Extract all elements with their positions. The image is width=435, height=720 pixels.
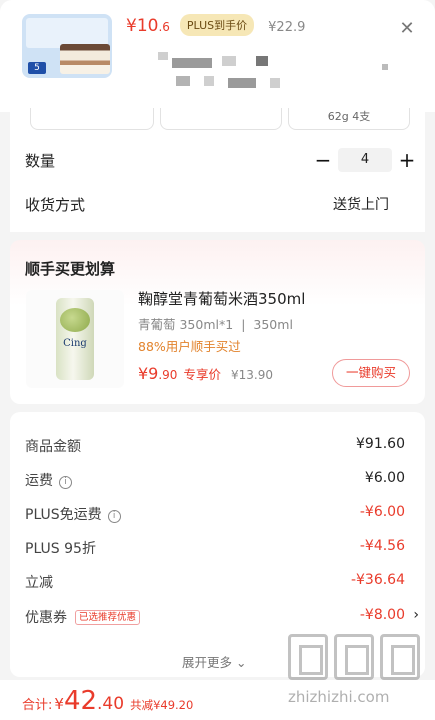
- cost-row: 运费 i ¥6.00: [25, 470, 405, 489]
- quantity-stepper: − 4 +: [314, 148, 416, 172]
- watermark-url: zhizhizhi.com: [288, 688, 390, 706]
- coupon-row[interactable]: 优惠券 已选推荐优惠 -¥8.00 ›: [25, 607, 419, 629]
- recommend-card: 顺手买更划算 Cing 鞠醇堂青葡萄米酒350ml 青葡萄 350ml*1 | 35…: [10, 240, 425, 404]
- info-icon[interactable]: i: [59, 476, 72, 489]
- plus-price-badge: PLUS到手价: [179, 14, 255, 36]
- recommend-price: ¥9.90 专享价 ¥13.90: [138, 364, 273, 383]
- cost-row: 立减 -¥36.64: [25, 572, 405, 591]
- grape-icon: [60, 308, 90, 332]
- recommend-product-name[interactable]: 鞠醇堂青葡萄米酒350ml: [138, 288, 305, 309]
- plus-icon[interactable]: +: [398, 148, 416, 172]
- spec-chip-selected[interactable]: 62g 4支: [288, 108, 410, 130]
- blurred-text: [158, 52, 168, 60]
- recommend-title: 顺手买更划算: [25, 260, 116, 278]
- recommend-buyers: 88%用户顺手买过: [138, 339, 241, 354]
- total-price: 合计: ¥42.40 共减¥49.20: [22, 686, 194, 716]
- chevron-right-icon[interactable]: ›: [413, 607, 419, 623]
- product-thumbnail: 5: [22, 14, 112, 78]
- original-price: ¥22.9: [268, 20, 306, 35]
- close-icon[interactable]: ✕: [398, 20, 416, 38]
- price-row: ¥10.6 PLUS到手价 ¥22.9: [126, 14, 306, 38]
- spec-chip[interactable]: [30, 108, 154, 130]
- cost-row: PLUS 95折 -¥4.56: [25, 538, 405, 557]
- quantity-label: 数量: [25, 152, 56, 170]
- cost-row: PLUS免运费 i -¥6.00: [25, 504, 405, 523]
- plus-price: ¥10.6: [126, 16, 170, 36]
- product-header: 5 ¥10.6 PLUS到手价 ¥22.9 ✕: [0, 0, 435, 112]
- watermark-logo: zhizhizhi.com: [282, 628, 432, 718]
- spec-chip[interactable]: [160, 108, 282, 130]
- cost-row: 商品金额 ¥91.60: [25, 436, 405, 455]
- recommend-product-image[interactable]: Cing: [26, 290, 124, 388]
- delivery-value[interactable]: 送货上门: [333, 194, 389, 214]
- delivery-label: 收货方式: [25, 196, 86, 214]
- total-saved: 共减¥49.20: [130, 698, 194, 712]
- chevron-down-icon: ⌄: [236, 655, 247, 670]
- quantity-input[interactable]: 4: [338, 148, 392, 172]
- minus-icon[interactable]: −: [314, 148, 332, 172]
- can-image: Cing: [56, 298, 94, 380]
- expand-more-button[interactable]: 展开更多 ⌄: [182, 652, 246, 671]
- one-click-buy-button[interactable]: 一键购买: [332, 359, 410, 387]
- recommend-spec: 青葡萄 350ml*1 | 350ml: [138, 317, 293, 332]
- coupon-tag: 已选推荐优惠: [75, 610, 141, 625]
- info-icon[interactable]: i: [107, 510, 121, 523]
